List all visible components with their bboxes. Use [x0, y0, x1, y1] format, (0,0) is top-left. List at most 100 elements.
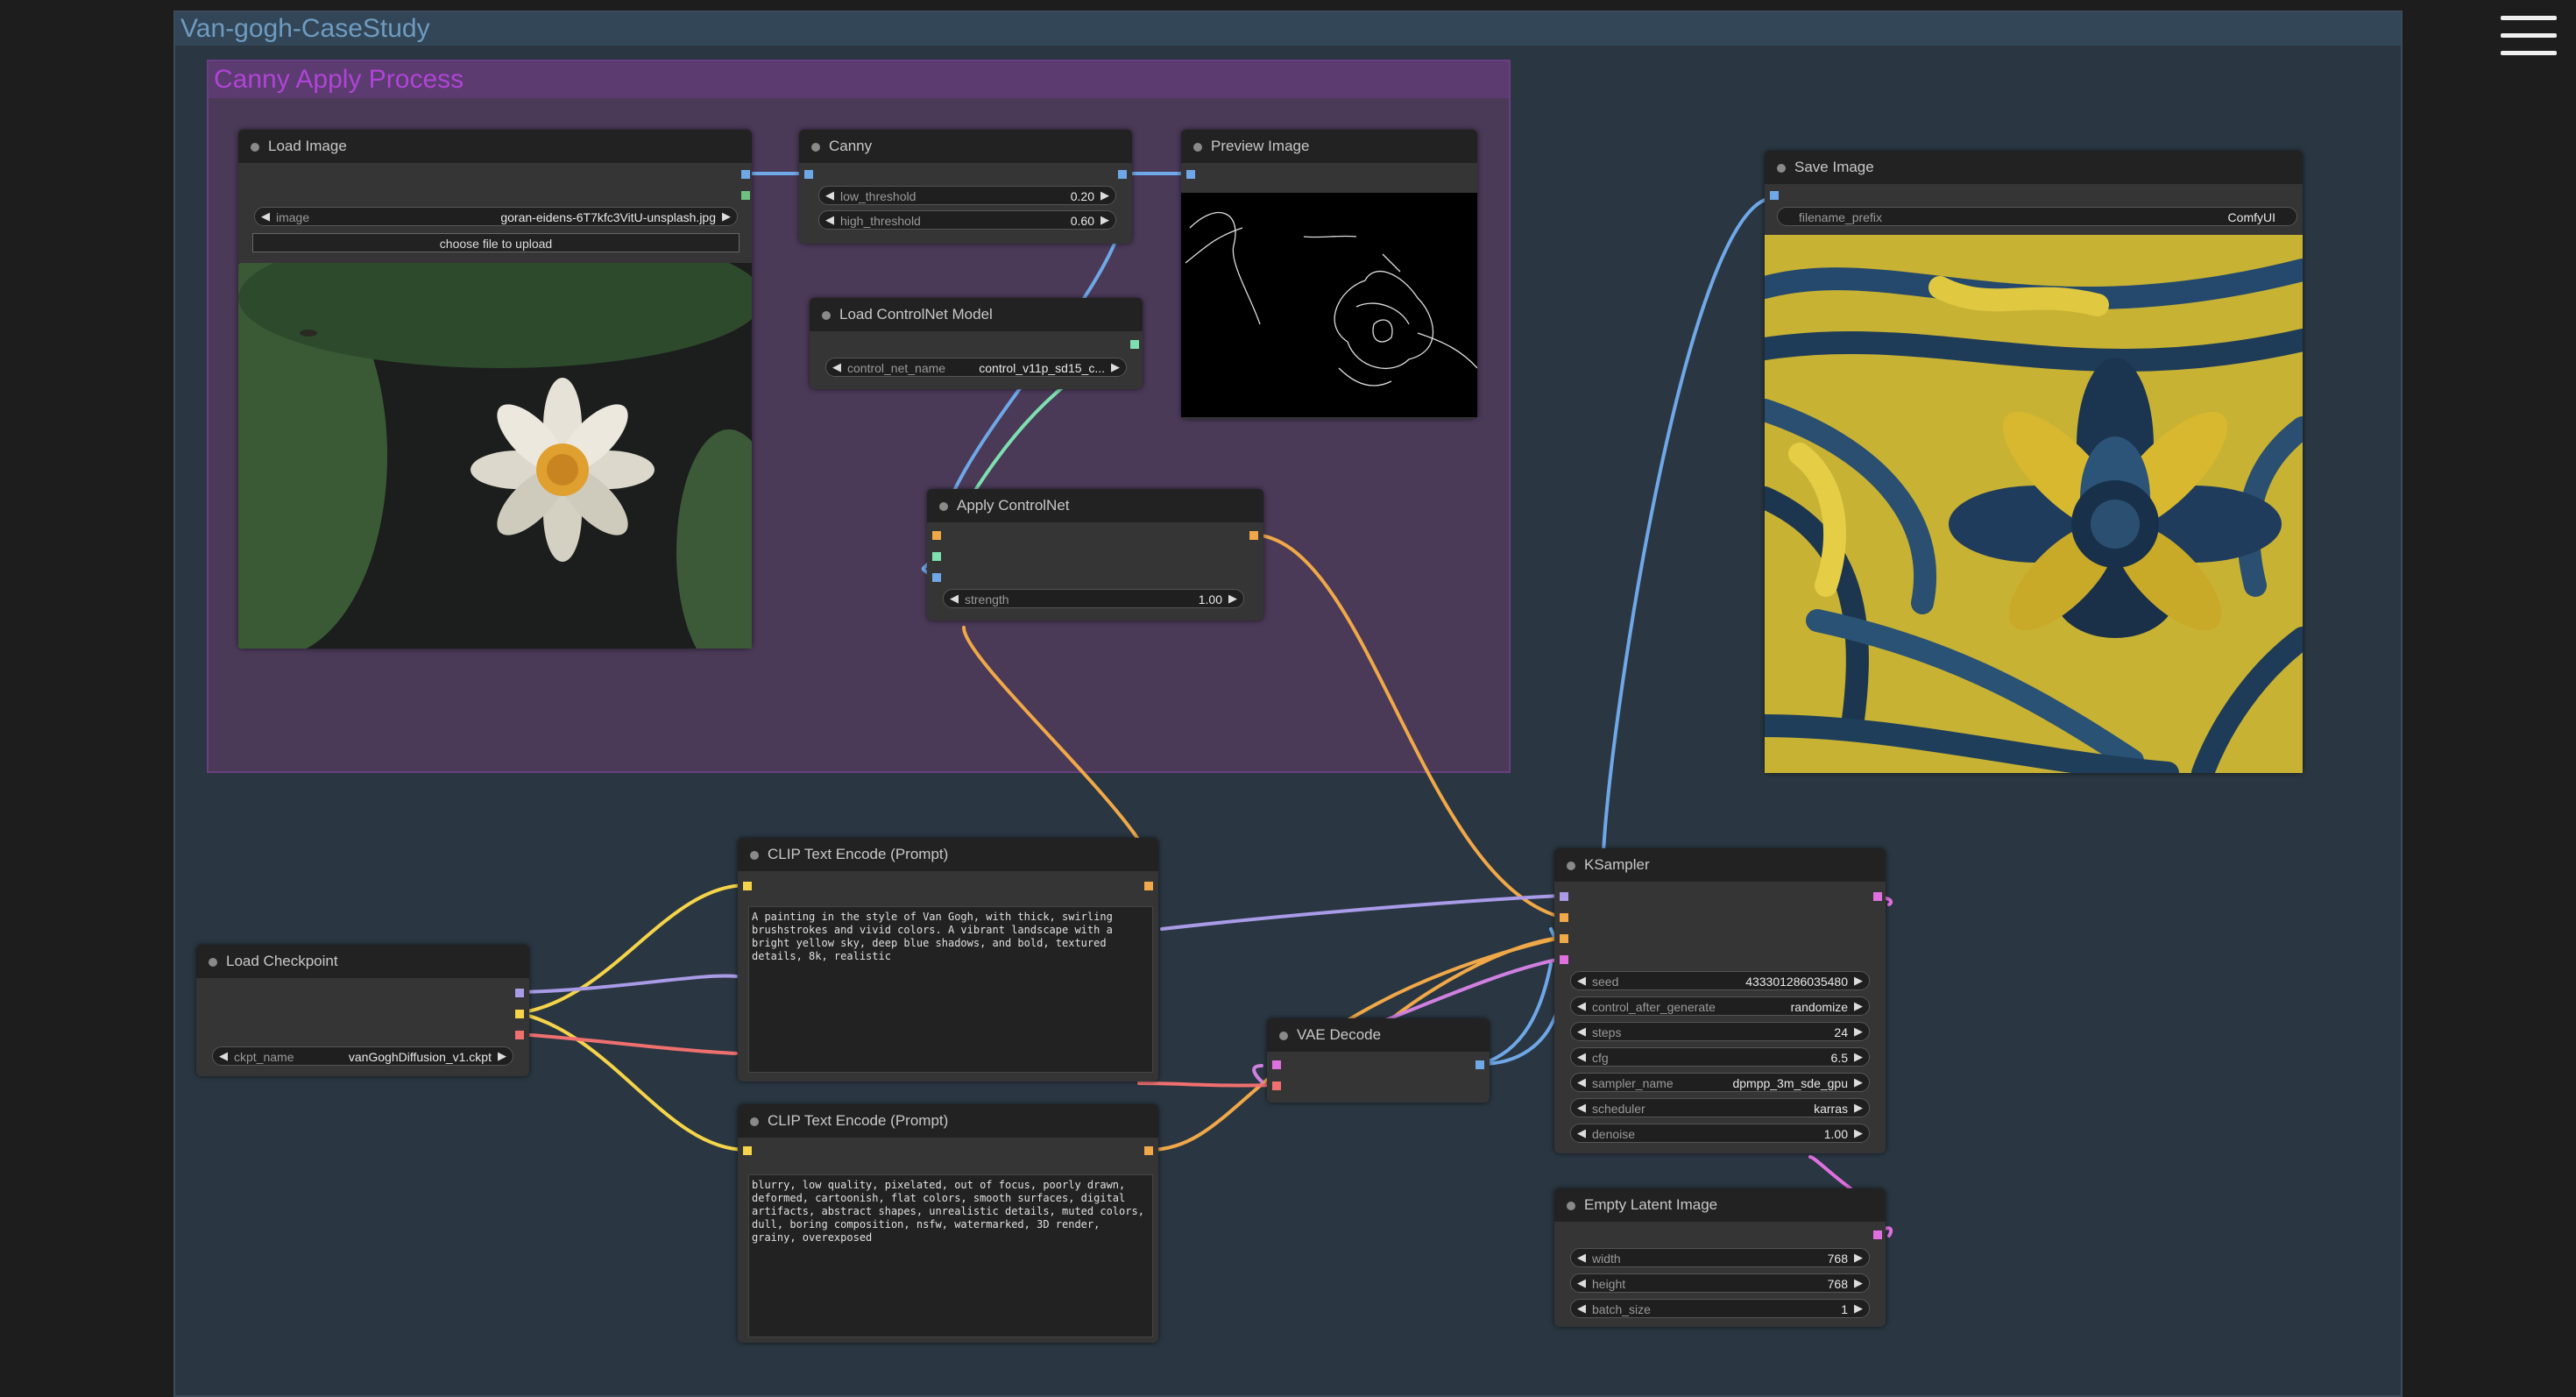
- low-threshold-slider[interactable]: ◀ low_threshold 0.20 ▶: [818, 186, 1116, 205]
- graph-canvas[interactable]: Van-gogh-CaseStudy Canny Apply Process L…: [0, 0, 2576, 1397]
- arrow-left-icon[interactable]: ◀: [1577, 974, 1586, 988]
- control-net-name-select[interactable]: ◀ control_net_name control_v11p_sd15_c..…: [825, 358, 1127, 377]
- input-slot-negative[interactable]: [1560, 934, 1568, 943]
- node-title[interactable]: Canny: [799, 130, 1132, 163]
- input-slot-clip[interactable]: [743, 1146, 752, 1155]
- arrow-left-icon[interactable]: ◀: [825, 188, 834, 202]
- output-slot-latent[interactable]: [1873, 892, 1882, 901]
- arrow-right-icon[interactable]: ▶: [1100, 188, 1109, 202]
- collapse-dot-icon[interactable]: [1777, 164, 1786, 173]
- arrow-right-icon[interactable]: ▶: [1111, 360, 1120, 374]
- output-slot-model[interactable]: [515, 989, 524, 997]
- negative-prompt-textarea[interactable]: blurry, low quality, pixelated, out of f…: [748, 1174, 1153, 1337]
- arrow-left-icon[interactable]: ◀: [832, 360, 841, 374]
- node-vae-decode[interactable]: VAE Decode: [1267, 1018, 1490, 1103]
- arrow-right-icon[interactable]: ▶: [1854, 1101, 1863, 1115]
- arrow-right-icon[interactable]: ▶: [1100, 213, 1109, 227]
- width-field[interactable]: ◀ width 768 ▶: [1570, 1248, 1870, 1267]
- arrow-right-icon[interactable]: ▶: [1854, 1301, 1863, 1315]
- output-slot-clip[interactable]: [515, 1010, 524, 1018]
- node-title[interactable]: Preview Image: [1181, 130, 1477, 163]
- positive-prompt-textarea[interactable]: A painting in the style of Van Gogh, wit…: [748, 906, 1153, 1073]
- output-slot-mask[interactable]: [741, 191, 750, 200]
- arrow-right-icon[interactable]: ▶: [1854, 1126, 1863, 1140]
- node-save-image[interactable]: Save Image filename_prefix ComfyUI: [1765, 151, 2303, 773]
- group-title[interactable]: Canny Apply Process: [209, 61, 1509, 98]
- arrow-left-icon[interactable]: ◀: [1577, 1301, 1586, 1315]
- arrow-left-icon[interactable]: ◀: [219, 1049, 228, 1063]
- input-slot-vae[interactable]: [1272, 1081, 1281, 1090]
- group-title[interactable]: Van-gogh-CaseStudy: [175, 12, 2401, 46]
- node-load-checkpoint[interactable]: Load Checkpoint ◀ ckpt_name vanGoghDiffu…: [196, 945, 529, 1076]
- arrow-left-icon[interactable]: ◀: [1577, 999, 1586, 1013]
- node-clip-text-encode-positive[interactable]: CLIP Text Encode (Prompt) A painting in …: [738, 838, 1158, 1081]
- node-load-controlnet-model[interactable]: Load ControlNet Model ◀ control_net_name…: [810, 298, 1143, 389]
- collapse-dot-icon[interactable]: [1279, 1032, 1288, 1040]
- arrow-right-icon[interactable]: ▶: [1854, 999, 1863, 1013]
- node-title[interactable]: Save Image: [1765, 151, 2303, 184]
- upload-button[interactable]: choose file to upload: [252, 233, 740, 252]
- output-slot-image[interactable]: [1118, 170, 1127, 179]
- collapse-dot-icon[interactable]: [251, 143, 259, 152]
- strength-slider[interactable]: ◀ strength 1.00 ▶: [943, 589, 1244, 608]
- arrow-left-icon[interactable]: ◀: [1577, 1025, 1586, 1039]
- input-slot-images[interactable]: [1770, 191, 1779, 200]
- output-slot-conditioning[interactable]: [1144, 1146, 1153, 1155]
- filename-prefix-field[interactable]: filename_prefix ComfyUI: [1777, 207, 2297, 226]
- node-canny[interactable]: Canny ◀ low_threshold 0.20 ▶ ◀ high_thre…: [799, 130, 1132, 244]
- node-title[interactable]: Load ControlNet Model: [810, 298, 1143, 331]
- input-slot-clip[interactable]: [743, 882, 752, 890]
- input-slot-image[interactable]: [804, 170, 813, 179]
- collapse-dot-icon[interactable]: [750, 851, 759, 860]
- arrow-left-icon[interactable]: ◀: [1577, 1050, 1586, 1064]
- collapse-dot-icon[interactable]: [939, 502, 948, 511]
- node-preview-image[interactable]: Preview Image: [1181, 130, 1477, 419]
- arrow-left-icon[interactable]: ◀: [1577, 1126, 1586, 1140]
- arrow-right-icon[interactable]: ▶: [1854, 1050, 1863, 1064]
- arrow-right-icon[interactable]: ▶: [1854, 974, 1863, 988]
- collapse-dot-icon[interactable]: [750, 1117, 759, 1126]
- output-slot-conditioning[interactable]: [1144, 882, 1153, 890]
- arrow-right-icon[interactable]: ▶: [1854, 1075, 1863, 1089]
- node-apply-controlnet[interactable]: Apply ControlNet ◀ strength 1.00 ▶: [927, 489, 1263, 620]
- node-title[interactable]: Empty Latent Image: [1554, 1188, 1886, 1222]
- collapse-dot-icon[interactable]: [811, 143, 820, 152]
- node-title[interactable]: VAE Decode: [1267, 1018, 1490, 1052]
- node-title[interactable]: CLIP Text Encode (Prompt): [738, 1104, 1158, 1138]
- high-threshold-slider[interactable]: ◀ high_threshold 0.60 ▶: [818, 210, 1116, 230]
- arrow-left-icon[interactable]: ◀: [1577, 1251, 1586, 1265]
- arrow-left-icon[interactable]: ◀: [261, 209, 270, 223]
- collapse-dot-icon[interactable]: [1567, 862, 1575, 870]
- arrow-right-icon[interactable]: ▶: [722, 209, 731, 223]
- input-slot-samples[interactable]: [1272, 1060, 1281, 1069]
- node-load-image[interactable]: Load Image ◀ image goran-eidens-6T7kfc3V…: [238, 130, 752, 649]
- arrow-right-icon[interactable]: ▶: [498, 1049, 506, 1063]
- control-after-generate-select[interactable]: ◀ control_after_generate randomize ▶: [1570, 996, 1870, 1016]
- arrow-left-icon[interactable]: ◀: [1577, 1101, 1586, 1115]
- sampler-name-select[interactable]: ◀ sampler_name dpmpp_3m_sde_gpu ▶: [1570, 1073, 1870, 1092]
- arrow-right-icon[interactable]: ▶: [1854, 1025, 1863, 1039]
- collapse-dot-icon[interactable]: [822, 311, 831, 320]
- input-slot-image[interactable]: [932, 573, 941, 582]
- steps-field[interactable]: ◀ steps 24 ▶: [1570, 1022, 1870, 1041]
- output-slot-latent[interactable]: [1873, 1230, 1882, 1239]
- height-field[interactable]: ◀ height 768 ▶: [1570, 1273, 1870, 1293]
- collapse-dot-icon[interactable]: [209, 958, 217, 967]
- output-slot-image[interactable]: [1476, 1060, 1484, 1069]
- node-ksampler[interactable]: KSampler ◀ seed 433301286035480 ▶ ◀ cont…: [1554, 848, 1886, 1153]
- ckpt-name-select[interactable]: ◀ ckpt_name vanGoghDiffusion_v1.ckpt ▶: [212, 1046, 513, 1066]
- arrow-left-icon[interactable]: ◀: [1577, 1075, 1586, 1089]
- input-slot-conditioning[interactable]: [932, 531, 941, 540]
- batch-size-field[interactable]: ◀ batch_size 1 ▶: [1570, 1299, 1870, 1318]
- seed-field[interactable]: ◀ seed 433301286035480 ▶: [1570, 971, 1870, 990]
- arrow-left-icon[interactable]: ◀: [825, 213, 834, 227]
- output-slot-control-net[interactable]: [1130, 340, 1139, 349]
- arrow-left-icon[interactable]: ◀: [950, 592, 959, 606]
- cfg-field[interactable]: ◀ cfg 6.5 ▶: [1570, 1047, 1870, 1067]
- arrow-right-icon[interactable]: ▶: [1854, 1251, 1863, 1265]
- node-title[interactable]: Apply ControlNet: [927, 489, 1263, 522]
- image-select[interactable]: ◀ image goran-eidens-6T7kfc3VitU-unsplas…: [254, 207, 738, 226]
- output-slot-conditioning[interactable]: [1249, 531, 1258, 540]
- output-slot-image[interactable]: [741, 170, 750, 179]
- input-slot-control-net[interactable]: [932, 552, 941, 561]
